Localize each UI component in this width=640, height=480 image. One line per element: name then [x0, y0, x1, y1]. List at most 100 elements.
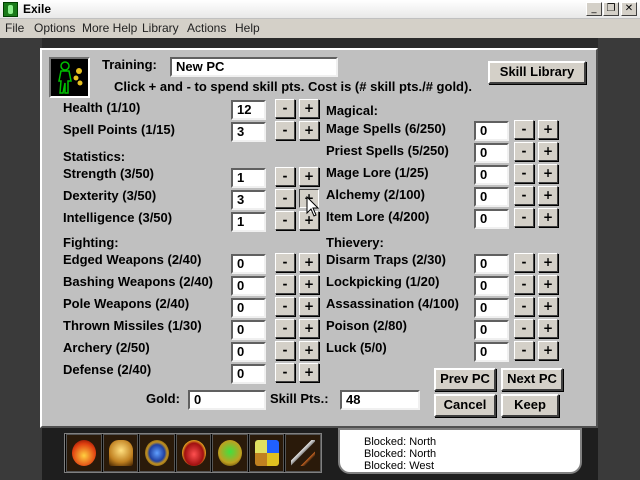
- prev-pc-button[interactable]: Prev PC: [434, 368, 496, 391]
- fighting-value: 0: [231, 320, 266, 340]
- pole-weapons-minus-button[interactable]: -: [275, 297, 295, 316]
- fighting-label: Archery (2/50): [63, 340, 150, 355]
- dexterity-minus-button[interactable]: -: [275, 189, 295, 208]
- edged-weapons-plus-button[interactable]: +: [299, 253, 319, 272]
- stat-value: 3: [231, 190, 266, 210]
- disarm-traps-plus-button[interactable]: +: [538, 253, 558, 272]
- spell-points-plus-button[interactable]: +: [299, 121, 319, 140]
- next-pc-button[interactable]: Next PC: [501, 368, 563, 391]
- archery-minus-button[interactable]: -: [275, 341, 295, 360]
- magical-value: 0: [474, 209, 509, 229]
- item-lore-minus-button[interactable]: -: [514, 208, 534, 227]
- mage-lore-plus-button[interactable]: +: [538, 164, 558, 183]
- sword-icon[interactable]: [285, 434, 322, 472]
- alchemy-minus-button[interactable]: -: [514, 186, 534, 205]
- mage-spells-plus-button[interactable]: +: [538, 120, 558, 139]
- archery-plus-button[interactable]: +: [299, 341, 319, 360]
- log-line: Blocked: West: [364, 460, 435, 472]
- fire-icon[interactable]: [66, 434, 102, 472]
- menu-actions[interactable]: Actions: [187, 21, 226, 35]
- intelligence-minus-button[interactable]: -: [275, 211, 295, 230]
- assassination-plus-button[interactable]: +: [538, 297, 558, 316]
- magical-label: Item Lore (4/200): [326, 209, 430, 224]
- thrown-missiles-plus-button[interactable]: +: [299, 319, 319, 338]
- thievery-label: Luck (5/0): [326, 340, 387, 355]
- defense-minus-button[interactable]: -: [275, 363, 295, 382]
- menu-library[interactable]: Library: [142, 21, 179, 35]
- statistics-header: Statistics:: [63, 149, 126, 164]
- fighting-label: Pole Weapons (2/40): [63, 296, 190, 311]
- poison-minus-button[interactable]: -: [514, 319, 534, 338]
- ankh-icon[interactable]: [102, 434, 139, 472]
- health-plus-button[interactable]: +: [299, 99, 319, 118]
- skill-pts-value: 48: [340, 390, 420, 410]
- strength-minus-button[interactable]: -: [275, 167, 295, 186]
- thievery-value: 0: [474, 276, 509, 296]
- fighting-value: 0: [231, 276, 266, 296]
- thievery-label: Assassination (4/100): [326, 296, 459, 311]
- magical-label: Mage Lore (1/25): [326, 165, 429, 180]
- health-value: 12: [231, 100, 266, 120]
- lockpicking-plus-button[interactable]: +: [538, 275, 558, 294]
- minimize-button[interactable]: _: [586, 2, 602, 16]
- alchemy-plus-button[interactable]: +: [538, 186, 558, 205]
- lockpicking-minus-button[interactable]: -: [514, 275, 534, 294]
- magical-label: Alchemy (2/100): [326, 187, 425, 202]
- priest-spells-minus-button[interactable]: -: [514, 142, 534, 161]
- fighting-value: 0: [231, 254, 266, 274]
- strength-plus-button[interactable]: +: [299, 167, 319, 186]
- luck-minus-button[interactable]: -: [514, 341, 534, 360]
- fighting-label: Thrown Missiles (1/30): [63, 318, 202, 333]
- instructions-text: Click + and - to spend skill pts. Cost i…: [114, 79, 472, 94]
- restore-button[interactable]: ❐: [603, 2, 619, 16]
- assassination-minus-button[interactable]: -: [514, 297, 534, 316]
- menu-more-help[interactable]: More Help: [82, 21, 137, 35]
- spell-points-label: Spell Points (1/15): [63, 122, 175, 137]
- thievery-label: Disarm Traps (2/30): [326, 252, 446, 267]
- app-icon: [3, 2, 18, 17]
- window-title: Exile: [23, 2, 52, 16]
- mage-lore-minus-button[interactable]: -: [514, 164, 534, 183]
- fighting-label: Bashing Weapons (2/40): [63, 274, 214, 289]
- stat-value: 1: [231, 168, 266, 188]
- disarm-traps-minus-button[interactable]: -: [514, 253, 534, 272]
- magical-value: 0: [474, 143, 509, 163]
- log-line: Blocked: North: [364, 436, 437, 448]
- spell-points-minus-button[interactable]: -: [275, 121, 295, 140]
- magical-value: 0: [474, 165, 509, 185]
- skull-icon[interactable]: [212, 434, 248, 472]
- menu-options[interactable]: Options: [34, 21, 75, 35]
- item-lore-plus-button[interactable]: +: [538, 208, 558, 227]
- thievery-value: 0: [474, 254, 509, 274]
- mouse-cursor-icon: [306, 196, 320, 217]
- eye-icon[interactable]: [139, 434, 175, 472]
- defense-plus-button[interactable]: +: [299, 363, 319, 382]
- mage-spells-minus-button[interactable]: -: [514, 120, 534, 139]
- menu-bar: File Options More Help Library Actions H…: [0, 19, 640, 38]
- bashing-weapons-minus-button[interactable]: -: [275, 275, 295, 294]
- mouth-icon[interactable]: [175, 434, 212, 472]
- fighting-value: 0: [231, 364, 266, 384]
- edged-weapons-minus-button[interactable]: -: [275, 253, 295, 272]
- stat-label: Dexterity (3/50): [63, 188, 157, 203]
- pole-weapons-plus-button[interactable]: +: [299, 297, 319, 316]
- thievery-header: Thievery:: [326, 235, 384, 250]
- close-button[interactable]: ✕: [621, 2, 637, 16]
- keep-button[interactable]: Keep: [501, 394, 559, 417]
- pc-figure-icon: [58, 61, 83, 94]
- priest-spells-plus-button[interactable]: +: [538, 142, 558, 161]
- poison-plus-button[interactable]: +: [538, 319, 558, 338]
- stat-value: 1: [231, 212, 266, 232]
- message-log: Blocked: North Blocked: North Blocked: W…: [338, 428, 582, 474]
- magical-header: Magical:: [326, 103, 379, 118]
- health-minus-button[interactable]: -: [275, 99, 295, 118]
- skill-library-button[interactable]: Skill Library: [488, 61, 586, 84]
- magical-value: 0: [474, 187, 509, 207]
- menu-help[interactable]: Help: [235, 21, 260, 35]
- thrown-missiles-minus-button[interactable]: -: [275, 319, 295, 338]
- potions-icon[interactable]: [248, 434, 285, 472]
- cancel-button[interactable]: Cancel: [434, 394, 496, 417]
- bashing-weapons-plus-button[interactable]: +: [299, 275, 319, 294]
- menu-file[interactable]: File: [5, 21, 24, 35]
- luck-plus-button[interactable]: +: [538, 341, 558, 360]
